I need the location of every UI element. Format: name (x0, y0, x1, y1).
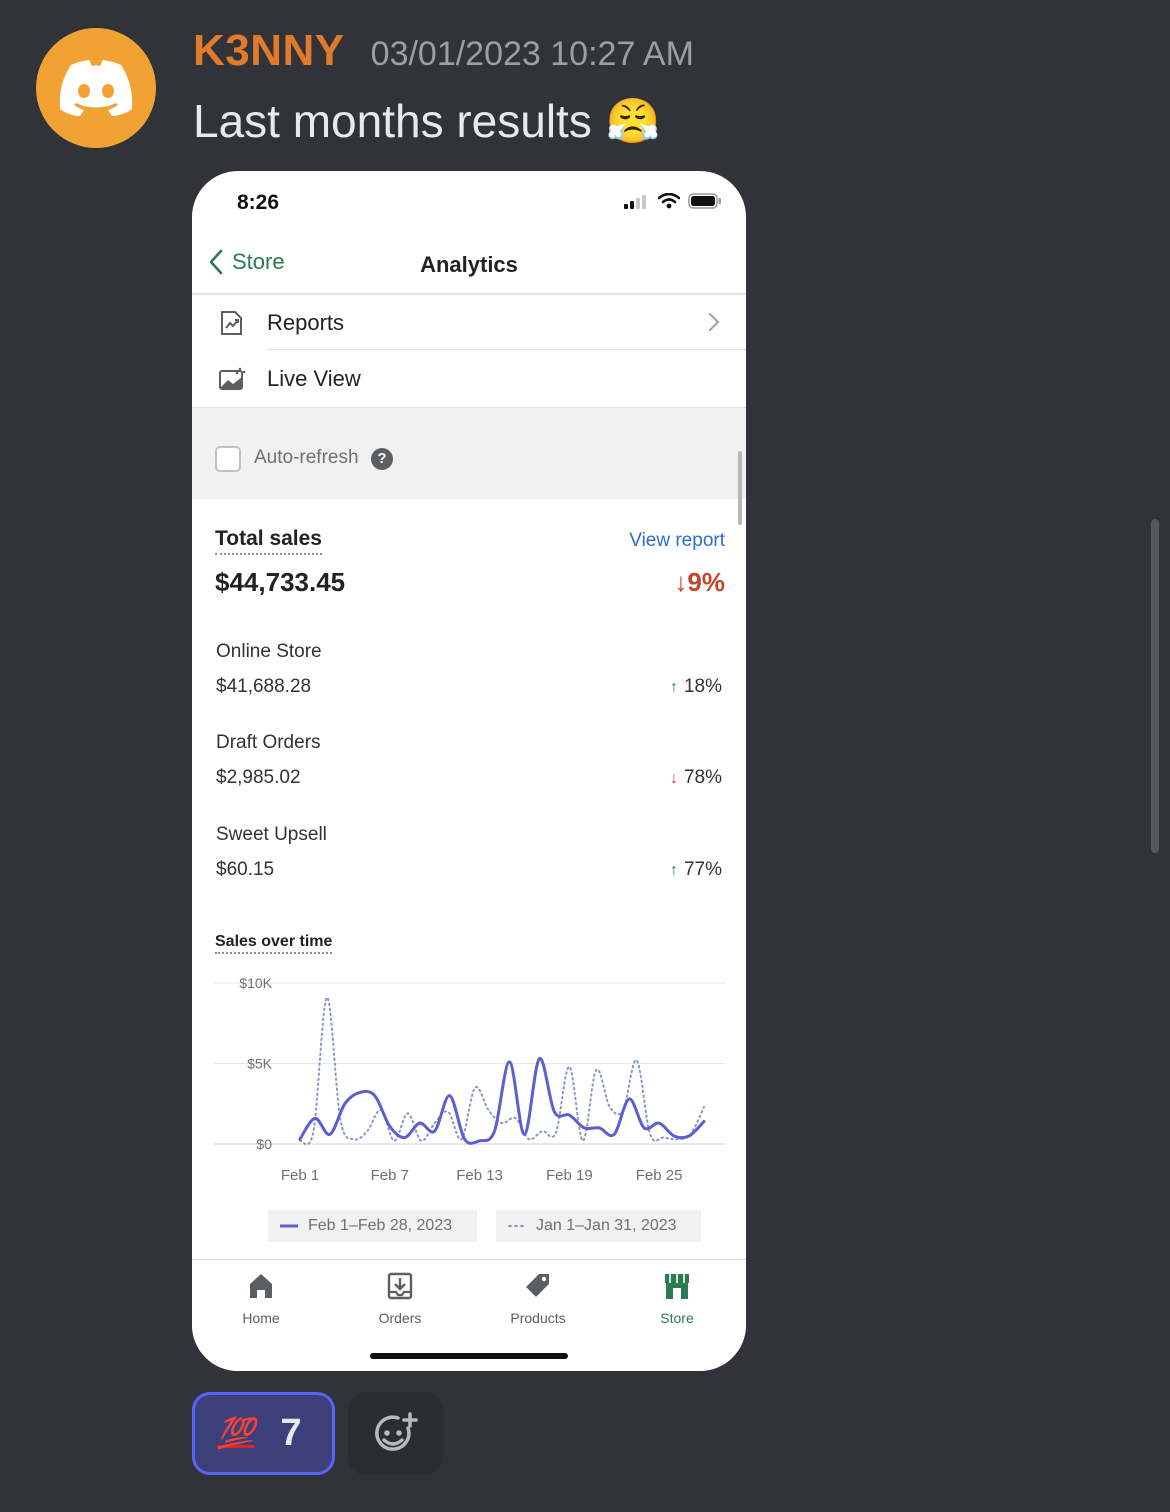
home-icon (250, 1274, 272, 1298)
menu-item-label: Live View (267, 366, 361, 391)
tag-icon (526, 1274, 549, 1297)
navigation-bar: Store Analytics (192, 237, 746, 295)
channel-change-value: 77% (683, 859, 722, 880)
chart-title[interactable]: Sales over time (215, 933, 333, 954)
username[interactable]: K3NNY (193, 26, 345, 76)
x-tick-label: Feb 1 (281, 1167, 319, 1184)
total-sales-amount: $44,733.45 (215, 567, 346, 597)
auto-refresh-label: Auto-refresh (254, 447, 359, 468)
store-icon (665, 1274, 689, 1299)
orders-icon (387, 1272, 413, 1300)
channel-change: ↑ 77% (670, 859, 722, 881)
channel-change: ↑ 18% (670, 676, 722, 698)
sales-over-time-chart: $10K $5K $0 Feb 1 Feb 7 Feb 13 Feb 19 Feb 25 (214, 975, 725, 1184)
x-tick-label: Feb 25 (636, 1167, 683, 1184)
x-tick-label: Feb 13 (456, 1167, 503, 1184)
channel-amount: $60.15 (216, 859, 275, 880)
tab-label: Store (660, 1310, 694, 1326)
auto-refresh-checkbox[interactable] (215, 446, 241, 472)
avatar[interactable] (36, 28, 156, 148)
wifi-icon (658, 193, 680, 209)
huffing-face-emoji: 😤 (605, 97, 661, 146)
reports-icon (221, 311, 242, 335)
channel-name: Draft Orders (216, 732, 321, 753)
discord-logo-icon (59, 60, 133, 116)
arrow-down-icon: ↓ (674, 567, 688, 597)
channel-name: Online Store (216, 641, 322, 662)
battery-icon (688, 193, 721, 209)
channel-amount: $2,985.02 (216, 767, 301, 788)
tab-home[interactable]: Home (201, 1270, 321, 1326)
home-indicator (370, 1353, 568, 1359)
scrollbar-thumb[interactable] (738, 451, 742, 525)
series-line-current (298, 1057, 706, 1145)
tab-orders[interactable]: Orders (340, 1270, 460, 1326)
channel-change-value: 18% (683, 676, 722, 697)
view-report-link[interactable]: View report (629, 530, 725, 552)
chevron-right-icon (709, 313, 720, 331)
channel-change-value: 78% (683, 767, 722, 788)
tab-products[interactable]: Products (478, 1270, 598, 1326)
legend-label: Feb 1–Feb 28, 2023 (308, 1217, 453, 1234)
channel-amount: $41,688.28 (216, 676, 312, 697)
tab-store[interactable]: Store (617, 1270, 737, 1326)
y-tick-label: $5K (247, 1056, 273, 1072)
status-time: 8:26 (237, 191, 280, 214)
legend-item-current[interactable]: Feb 1–Feb 28, 2023 (268, 1210, 477, 1242)
message-timestamp: 03/01/2023 10:27 AM (370, 35, 694, 73)
y-tick-label: $10K (239, 975, 272, 991)
solid-line-swatch (280, 1224, 298, 1228)
arrow-down-icon: ↓ (669, 770, 678, 787)
legend-item-previous[interactable]: Jan 1–Jan 31, 2023 (496, 1210, 701, 1242)
phone-status-bar: 8:26 (192, 171, 746, 237)
channel-change: ↓ 78% (670, 767, 722, 789)
page-title: Analytics (420, 252, 518, 277)
help-icon[interactable]: ? (371, 448, 393, 470)
tab-label: Products (510, 1310, 566, 1326)
tab-label: Home (242, 1310, 280, 1326)
total-sales-change: ↓9% (674, 567, 725, 598)
x-tick-label: Feb 7 (371, 1167, 409, 1184)
live-view-icon (219, 367, 246, 390)
hundred-points-emoji: 💯 (217, 1417, 255, 1450)
message-content: Last months results 😤 (193, 94, 661, 148)
attachment-image[interactable]: 8:26 Store Analytics Reports Live View A… (192, 171, 746, 1371)
menu-item-reports[interactable]: Reports (192, 295, 746, 351)
arrow-up-icon: ↑ (669, 862, 678, 879)
menu-item-live-view[interactable]: Live View (192, 351, 746, 407)
reaction-100[interactable]: 💯 7 (192, 1392, 335, 1475)
legend-label: Jan 1–Jan 31, 2023 (536, 1217, 677, 1234)
arrow-up-icon: ↑ (669, 679, 678, 696)
signal-icon (624, 195, 646, 209)
dotted-line-swatch (508, 1225, 526, 1227)
y-tick-label: $0 (256, 1136, 272, 1152)
reaction-count: 7 (280, 1412, 302, 1454)
divider (267, 349, 746, 350)
menu-item-label: Reports (267, 310, 345, 335)
add-reaction-button[interactable] (348, 1392, 443, 1475)
scrollbar[interactable] (1151, 519, 1159, 853)
add-reaction-icon (374, 1411, 418, 1451)
channel-name: Sweet Upsell (216, 824, 327, 845)
message-text: Last months results (193, 95, 592, 147)
total-sales-change-value: 9% (687, 567, 725, 597)
total-sales-title[interactable]: Total sales (215, 527, 322, 555)
auto-refresh-section: Auto-refresh ? (192, 407, 746, 499)
tab-label: Orders (378, 1310, 422, 1326)
x-tick-label: Feb 19 (546, 1167, 593, 1184)
series-line-previous (299, 996, 705, 1146)
